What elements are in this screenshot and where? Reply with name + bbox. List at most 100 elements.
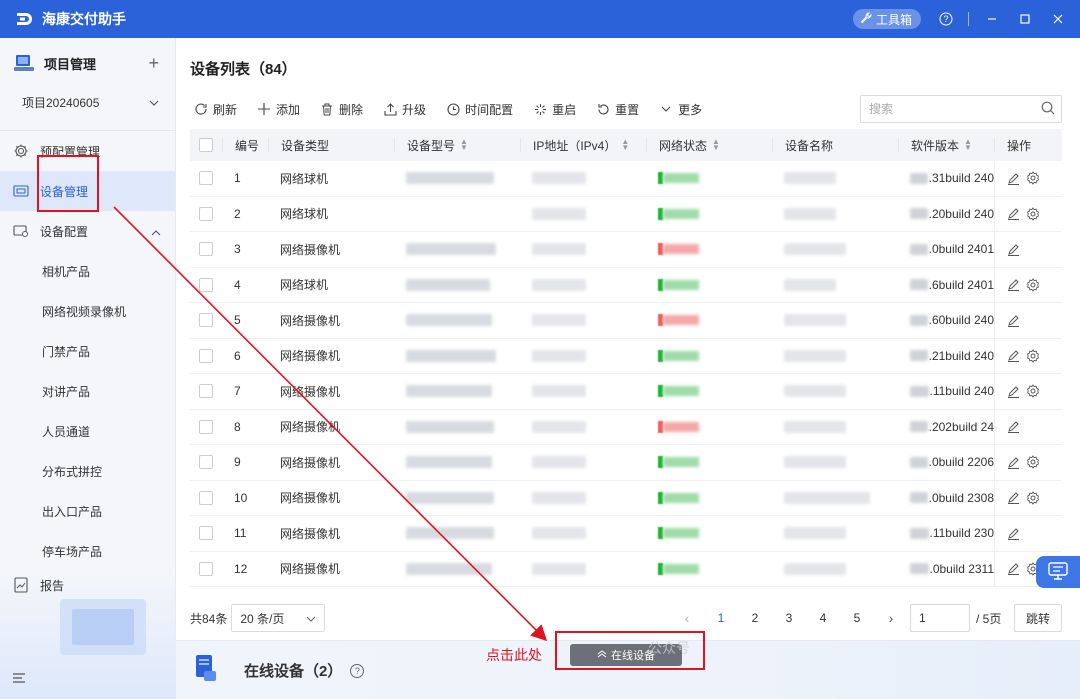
cell-type: 网络摄像机: [280, 526, 341, 541]
sidebar-subitem-turnstile[interactable]: 人员通道: [0, 411, 175, 451]
reset-button[interactable]: 重置: [596, 101, 639, 118]
select-all-checkbox[interactable]: [199, 138, 213, 152]
edit-icon[interactable]: [1007, 456, 1020, 469]
row-checkbox[interactable]: [199, 526, 213, 541]
row-checkbox[interactable]: [199, 277, 213, 292]
settings-icon[interactable]: [1026, 278, 1040, 292]
table-row[interactable]: 3 网络摄像机 .0build 2401: [190, 232, 1062, 268]
row-checkbox[interactable]: [199, 242, 213, 257]
add-button[interactable]: 添加: [257, 101, 300, 118]
version-text: .20build 240: [928, 206, 994, 221]
settings-icon[interactable]: [1026, 207, 1040, 221]
edit-icon[interactable]: [1007, 172, 1020, 185]
more-button[interactable]: 更多: [659, 101, 702, 118]
table-row[interactable]: 10 网络摄像机 .0build 2308: [190, 480, 1062, 516]
delete-button[interactable]: 删除: [320, 101, 363, 118]
table-row[interactable]: 1 网络球机 .31build 240: [190, 161, 1062, 197]
restart-button[interactable]: 重启: [533, 101, 576, 118]
table-row[interactable]: 2 网络球机 .20build 240: [190, 196, 1062, 232]
settings-icon[interactable]: [1026, 171, 1040, 185]
sidebar-subitem-nvr[interactable]: 网络视频录像机: [0, 291, 175, 331]
table-row[interactable]: 5 网络摄像机 .60build 240: [190, 303, 1062, 339]
edit-icon[interactable]: [1007, 207, 1020, 221]
settings-icon[interactable]: [1026, 349, 1040, 363]
app-title: 海康交付助手: [42, 11, 126, 27]
edit-icon[interactable]: [1007, 278, 1020, 292]
table-row[interactable]: 7 网络摄像机 .11build 240: [190, 374, 1062, 410]
settings-icon[interactable]: [1026, 491, 1040, 505]
sidebar-item-device-config[interactable]: 设备配置: [0, 211, 175, 251]
settings-icon[interactable]: [1026, 455, 1040, 469]
upgrade-button[interactable]: 升级: [383, 101, 426, 118]
minimize-button[interactable]: [981, 8, 1003, 30]
edit-icon[interactable]: [1007, 420, 1020, 434]
search-input[interactable]: [869, 102, 1029, 116]
edit-icon[interactable]: [1007, 562, 1020, 576]
edit-icon[interactable]: [1007, 243, 1020, 256]
prev-page-button[interactable]: ‹: [670, 610, 704, 626]
project-select[interactable]: 项目20240605: [12, 88, 165, 116]
row-checkbox[interactable]: [199, 455, 213, 470]
row-checkbox[interactable]: [199, 348, 213, 363]
table-row[interactable]: 11 网络摄像机 .11build 230: [190, 516, 1062, 552]
table-row[interactable]: 12 网络摄像机 .0build 2311: [190, 551, 1062, 587]
sidebar-item-label: 设备配置: [40, 224, 89, 239]
table-row[interactable]: 9 网络摄像机 .0build 2206: [190, 445, 1062, 481]
time-config-button[interactable]: 时间配置: [446, 101, 513, 118]
column-header-version[interactable]: 软件版本 ▲ ▼: [898, 138, 994, 152]
help-icon[interactable]: ?: [350, 663, 365, 678]
row-checkbox[interactable]: [199, 561, 213, 576]
page-button[interactable]: 3: [772, 611, 806, 625]
help-icon[interactable]: ?: [935, 8, 957, 30]
sidebar-subitem-video-wall[interactable]: 分布式拼控: [0, 451, 175, 491]
table-row[interactable]: 8 网络摄像机 .202build 24: [190, 409, 1062, 445]
search-icon[interactable]: [1041, 101, 1055, 118]
sidebar-subitem-intercom[interactable]: 对讲产品: [0, 371, 175, 411]
edit-icon[interactable]: [1007, 527, 1020, 540]
table-row[interactable]: 4 网络球机 .6build 2401: [190, 267, 1062, 303]
floating-assistant-button[interactable]: [1036, 556, 1080, 588]
edit-icon[interactable]: [1007, 491, 1020, 505]
edit-icon[interactable]: [1007, 314, 1020, 327]
sort-icon[interactable]: ▲ ▼: [712, 138, 720, 152]
sidebar-subitem-entrance-exit[interactable]: 出入口产品: [0, 491, 175, 531]
search-box[interactable]: [860, 95, 1062, 123]
sidebar-subitem-camera[interactable]: 相机产品: [0, 251, 175, 291]
page-button[interactable]: 1: [704, 611, 738, 625]
row-checkbox[interactable]: [199, 313, 213, 328]
sort-icon[interactable]: ▲ ▼: [621, 138, 629, 152]
maximize-button[interactable]: [1014, 8, 1036, 30]
column-header-model[interactable]: 设备型号 ▲ ▼: [394, 138, 520, 152]
device-icon: [12, 182, 30, 200]
chevron-up-icon: [151, 225, 161, 239]
edit-icon[interactable]: [1007, 349, 1020, 363]
toolbox-button[interactable]: 工具箱: [852, 9, 921, 29]
jump-button[interactable]: 跳转: [1014, 604, 1062, 632]
cell-no: 5: [234, 313, 241, 328]
add-project-button[interactable]: +: [148, 53, 159, 74]
page-button[interactable]: 5: [840, 611, 874, 625]
row-checkbox[interactable]: [199, 171, 213, 186]
sort-icon[interactable]: ▲ ▼: [460, 138, 468, 152]
row-checkbox[interactable]: [199, 206, 213, 221]
row-checkbox[interactable]: [199, 384, 213, 399]
table-row[interactable]: 6 网络摄像机 .21build 240: [190, 338, 1062, 374]
row-checkbox-cell: [190, 516, 222, 551]
sort-icon[interactable]: ▲ ▼: [964, 138, 972, 152]
page-size-select[interactable]: 20 条/页: [231, 604, 326, 632]
sidebar-subitem-access-control[interactable]: 门禁产品: [0, 331, 175, 371]
sidebar-item-report[interactable]: 报告: [0, 565, 176, 605]
collapse-menu-icon[interactable]: [12, 672, 26, 687]
column-header-ip[interactable]: IP地址（IPv4） ▲ ▼: [520, 138, 646, 152]
close-button[interactable]: [1047, 8, 1069, 30]
page-button[interactable]: 2: [738, 611, 772, 625]
column-header-network-status[interactable]: 网络状态 ▲ ▼: [646, 138, 772, 152]
row-checkbox[interactable]: [199, 419, 213, 434]
row-checkbox[interactable]: [199, 490, 213, 505]
settings-icon[interactable]: [1026, 384, 1040, 398]
edit-icon[interactable]: [1007, 385, 1020, 398]
page-button[interactable]: 4: [806, 611, 840, 625]
refresh-button[interactable]: 刷新: [194, 101, 237, 118]
jump-page-input[interactable]: 1: [910, 604, 970, 632]
next-page-button[interactable]: ›: [874, 610, 908, 626]
